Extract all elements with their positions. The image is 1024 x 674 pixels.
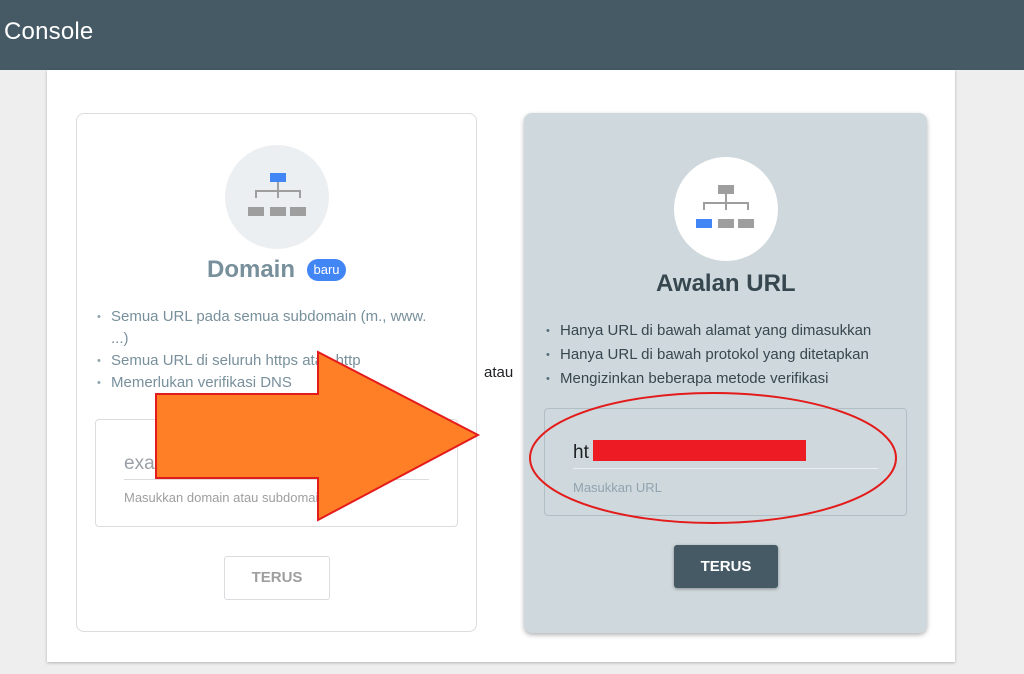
- top-app-bar: Console: [0, 0, 1024, 70]
- domain-input-helper: Masukkan domain atau subdomain: [124, 490, 326, 505]
- url-prefix-icon-circle: [674, 157, 778, 261]
- list-item: Mengizinkan beberapa metode verifikasi: [546, 367, 906, 391]
- url-prefix-feature-list: Hanya URL di bawah alamat yang dimasukka…: [546, 319, 906, 391]
- url-prefix-continue-button[interactable]: TERUS: [674, 545, 778, 588]
- domain-input-underline: [124, 479, 429, 480]
- domain-continue-button[interactable]: TERUS: [224, 556, 330, 600]
- app-title: Console: [4, 18, 94, 45]
- domain-input[interactable]: example.com: [124, 453, 237, 475]
- list-item: Memerlukan verifikasi DNS: [97, 372, 442, 394]
- url-input-underline: [573, 468, 878, 469]
- sitemap-icon: [248, 173, 306, 216]
- list-item: Hanya URL di bawah protokol yang ditetap…: [546, 343, 906, 367]
- sitemap-icon: [696, 185, 754, 228]
- url-input-helper: Masukkan URL: [573, 480, 662, 495]
- new-badge: baru: [307, 259, 346, 281]
- list-item: Semua URL pada semua subdomain (m., www.…: [97, 306, 442, 350]
- domain-icon-circle: [225, 145, 329, 249]
- url-input[interactable]: ht: [573, 442, 589, 464]
- domain-feature-list: Semua URL pada semua subdomain (m., www.…: [97, 306, 442, 394]
- list-item: Semua URL di seluruh https atau http: [97, 350, 442, 372]
- url-input-container: [544, 408, 907, 516]
- or-separator: atau: [484, 364, 514, 381]
- domain-card-title: Domain: [207, 256, 296, 283]
- url-prefix-card-title: Awalan URL: [656, 270, 796, 297]
- list-item: Hanya URL di bawah alamat yang dimasukka…: [546, 319, 906, 343]
